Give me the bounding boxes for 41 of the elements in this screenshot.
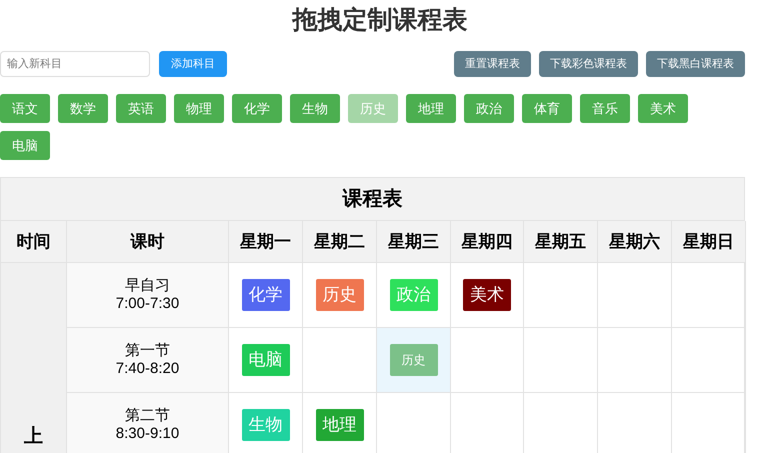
- course-chip[interactable]: 生物: [242, 409, 290, 441]
- subject-chip[interactable]: 地理: [406, 94, 456, 123]
- subject-input[interactable]: 输入新科目: [0, 51, 150, 77]
- drag-preview-chip: 历史: [390, 344, 438, 376]
- subject-chip[interactable]: 电脑: [0, 131, 50, 160]
- page-title: 拖拽定制课程表: [290, 5, 468, 36]
- course-chip[interactable]: 化学: [242, 279, 290, 311]
- subject-chip[interactable]: 英语: [116, 94, 166, 123]
- column-header: 星期三: [377, 221, 451, 263]
- subject-chip[interactable]: 音乐: [580, 94, 630, 123]
- subject-chip[interactable]: 化学: [232, 94, 282, 123]
- action-button[interactable]: 下载彩色课程表: [539, 51, 638, 77]
- subject-chip[interactable]: 语文: [0, 94, 50, 123]
- column-header: 星期五: [524, 221, 598, 263]
- action-button[interactable]: 重置课程表: [454, 51, 531, 77]
- course-chip[interactable]: 美术: [463, 279, 511, 311]
- table-title: 课程表: [1, 178, 744, 221]
- course-chip[interactable]: 历史: [316, 279, 364, 311]
- subject-chip[interactable]: 生物: [290, 94, 340, 123]
- subject-chip[interactable]: 政治: [464, 94, 514, 123]
- subject-chip[interactable]: 数学: [58, 94, 108, 123]
- column-header: 星期二: [303, 221, 377, 263]
- column-header: 星期六: [598, 221, 672, 263]
- column-header: 时间: [1, 221, 67, 263]
- course-chip[interactable]: 电脑: [242, 344, 290, 376]
- add-subject-button[interactable]: 添加科目: [159, 51, 227, 77]
- column-header: 课时: [67, 221, 229, 263]
- period-label: 第一节 7:40-8:20: [116, 342, 180, 378]
- subject-chip[interactable]: 历史: [348, 94, 398, 123]
- period-label: 第二节 8:30-9:10: [116, 407, 180, 443]
- course-chip[interactable]: 地理: [316, 409, 364, 441]
- course-chip[interactable]: 政治: [390, 279, 438, 311]
- period-label: 早自习 7:00-7:30: [116, 277, 180, 313]
- subject-chip[interactable]: 美术: [638, 94, 688, 123]
- action-button[interactable]: 下载黑白课程表: [646, 51, 745, 77]
- column-header: 星期一: [229, 221, 303, 263]
- column-header: 星期四: [451, 221, 524, 263]
- column-header: 星期日: [672, 221, 746, 263]
- subject-chip[interactable]: 体育: [522, 94, 572, 123]
- time-group-label: 上: [24, 427, 43, 447]
- subject-chip[interactable]: 物理: [174, 94, 224, 123]
